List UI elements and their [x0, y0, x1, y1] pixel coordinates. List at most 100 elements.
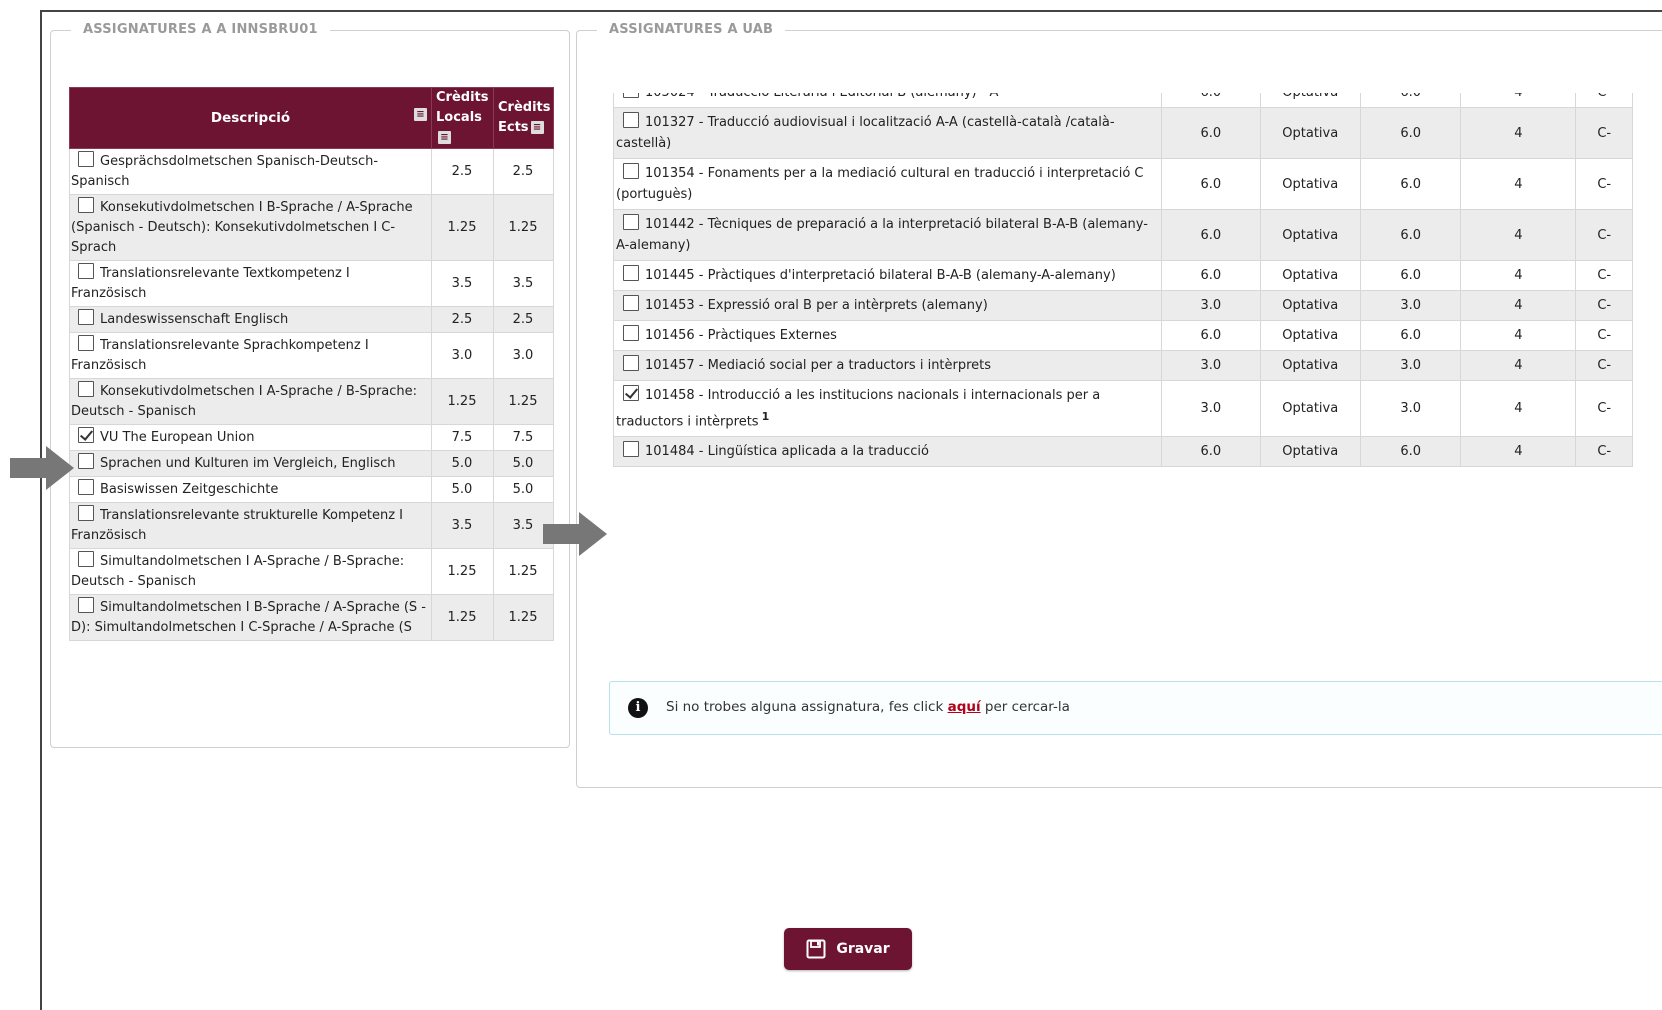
course-checkbox[interactable]	[78, 597, 94, 613]
course-description: Translationsrelevante Sprachkompetenz I …	[71, 338, 369, 373]
credits-cell: 6.0	[1161, 209, 1261, 261]
course-description-cell: 101484 - Lingüística aplicada a la tradu…	[613, 436, 1163, 468]
info-text: Si no trobes alguna assignatura, fes cli…	[666, 699, 1070, 715]
course-checkbox[interactable]	[623, 93, 639, 98]
local-credits-cell: 3.5	[431, 502, 494, 549]
course-description-cell: 105024 - Traducció Literària i Editorial…	[613, 93, 1163, 108]
course-checkbox[interactable]	[78, 381, 94, 397]
credits-cell: 3.0	[1161, 350, 1261, 381]
course-description: Konsekutivdolmetschen I A-Sprache / B-Sp…	[71, 384, 418, 419]
course-checkbox[interactable]	[78, 197, 94, 213]
ects-credits-cell: 3.5	[493, 260, 554, 307]
credits-cell: 6.0	[1161, 320, 1261, 351]
table-row: 101442 - Tècniques de preparació a la in…	[613, 209, 1633, 261]
course-description: 101327 - Traducció audiovisual i localit…	[616, 115, 1115, 151]
period-cell: C-	[1575, 260, 1633, 291]
course-year-cell: 4	[1460, 320, 1577, 351]
course-checkbox[interactable]	[78, 151, 94, 167]
course-checkbox[interactable]	[623, 295, 639, 311]
course-year-cell: 4	[1460, 350, 1577, 381]
course-type-cell: Optativa	[1259, 93, 1361, 108]
course-description: Landeswissenschaft Englisch	[100, 312, 289, 327]
uab-courses-panel: ASSIGNATURES A UAB 105024 - Traducció Li…	[576, 22, 1662, 788]
course-description: 101453 - Expressió oral B per a intèrpre…	[645, 298, 988, 313]
local-credits-cell: 3.5	[431, 260, 494, 307]
course-description-cell: Landeswissenschaft Englisch	[69, 306, 432, 333]
course-type-cell: Optativa	[1259, 320, 1361, 351]
course-description-cell: Sprachen und Kulturen im Vergleich, Engl…	[69, 450, 432, 477]
course-checkbox[interactable]	[78, 505, 94, 521]
table-header-row: Descripció ≡ Crèdits Locals ≡ Crèdits Ect…	[69, 87, 554, 149]
course-description: Sprachen und Kulturen im Vergleich, Engl…	[100, 456, 396, 471]
info-text-after: per cercar-la	[980, 699, 1070, 715]
column-header-ects-credits[interactable]: Crèdits Ects ≡	[493, 87, 554, 149]
ects-credits-cell: 5.0	[493, 476, 554, 503]
course-description: 101457 - Mediació social per a traductor…	[645, 358, 992, 373]
course-description-cell: 101354 - Fonaments per a la mediació cul…	[613, 158, 1163, 210]
sort-icon[interactable]: ≡	[438, 131, 451, 144]
course-checkbox[interactable]	[623, 265, 639, 281]
course-type-cell: Optativa	[1259, 107, 1361, 159]
course-description-cell: 101456 - Pràctiques Externes	[613, 320, 1163, 351]
course-description-cell: 101453 - Expressió oral B per a intèrpre…	[613, 290, 1163, 321]
ects-credits-cell: 5.0	[493, 450, 554, 477]
course-checkbox[interactable]	[623, 355, 639, 371]
course-description: 105024 - Traducció Literària i Editorial…	[645, 93, 998, 100]
course-description: Konsekutivdolmetschen I B-Sprache / A-Sp…	[71, 200, 413, 255]
period-cell: C-	[1575, 107, 1633, 159]
ects-credits-cell: 1.25	[493, 594, 554, 641]
table-row: Gesprächsdolmetschen Spanisch-Deutsch-Sp…	[69, 148, 554, 195]
course-description-cell: Konsekutivdolmetschen I A-Sprache / B-Sp…	[69, 378, 432, 425]
period-cell: C-	[1575, 436, 1633, 468]
course-description: 101456 - Pràctiques Externes	[645, 328, 837, 343]
course-description-cell: Basiswissen Zeitgeschichte	[69, 476, 432, 503]
course-checkbox[interactable]	[623, 214, 639, 230]
course-checkbox[interactable]	[623, 385, 639, 401]
credits-cell: 6.0	[1359, 93, 1462, 108]
sort-icon[interactable]: ≡	[414, 108, 427, 121]
course-description: Simultandolmetschen I A-Sprache / B-Spra…	[71, 554, 405, 589]
course-checkbox[interactable]	[623, 325, 639, 341]
course-checkbox[interactable]	[623, 163, 639, 179]
ects-credits-cell: 1.25	[493, 194, 554, 261]
search-course-link[interactable]: aquí	[948, 699, 981, 715]
uab-courses-scroll-area[interactable]: 105024 - Traducció Literària i Editorial…	[613, 93, 1662, 659]
course-checkbox[interactable]	[78, 263, 94, 279]
course-checkbox[interactable]	[78, 309, 94, 325]
course-year-cell: 4	[1460, 260, 1577, 291]
course-type-cell: Optativa	[1259, 290, 1361, 321]
period-cell: C-	[1575, 320, 1633, 351]
credits-cell: 6.0	[1359, 260, 1462, 291]
column-header-label: Locals	[436, 110, 482, 125]
column-header-local-credits[interactable]: Crèdits Locals ≡	[431, 87, 494, 149]
course-checkbox[interactable]	[78, 453, 94, 469]
ects-credits-cell: 2.5	[493, 306, 554, 333]
ects-credits-cell: 7.5	[493, 424, 554, 451]
course-checkbox[interactable]	[78, 551, 94, 567]
period-cell: C-	[1575, 379, 1633, 438]
column-header-description[interactable]: Descripció ≡	[69, 87, 432, 149]
uab-courses-table: 105024 - Traducció Literària i Editorial…	[613, 93, 1633, 468]
save-button-label: Gravar	[836, 941, 890, 957]
save-button[interactable]: Gravar	[784, 928, 912, 970]
course-description: 101445 - Pràctiques d'interpretació bila…	[645, 268, 1116, 283]
course-checkbox[interactable]	[623, 441, 639, 458]
course-year-cell: 4	[1460, 290, 1577, 321]
credits-cell: 3.0	[1161, 290, 1261, 321]
course-type-cell: Optativa	[1259, 379, 1361, 438]
period-cell: C-	[1575, 93, 1633, 108]
course-checkbox[interactable]	[623, 112, 639, 128]
course-checkbox[interactable]	[78, 335, 94, 351]
credits-cell: 6.0	[1161, 260, 1261, 291]
table-row: 101354 - Fonaments per a la mediació cul…	[613, 158, 1633, 210]
table-row: 101456 - Pràctiques Externes 6.0 Optativa 6…	[613, 320, 1633, 351]
local-credits-cell: 2.5	[431, 148, 494, 195]
credits-cell: 3.0	[1359, 350, 1462, 381]
course-description: Translationsrelevante Textkompetenz I Fr…	[71, 266, 350, 301]
course-description: 101458 - Introducció a les institucions …	[616, 388, 1101, 430]
credits-cell: 6.0	[1359, 158, 1462, 210]
course-checkbox[interactable]	[78, 479, 94, 495]
course-checkbox[interactable]	[78, 427, 94, 443]
sort-icon[interactable]: ≡	[530, 121, 544, 134]
course-type-cell: Optativa	[1259, 260, 1361, 291]
